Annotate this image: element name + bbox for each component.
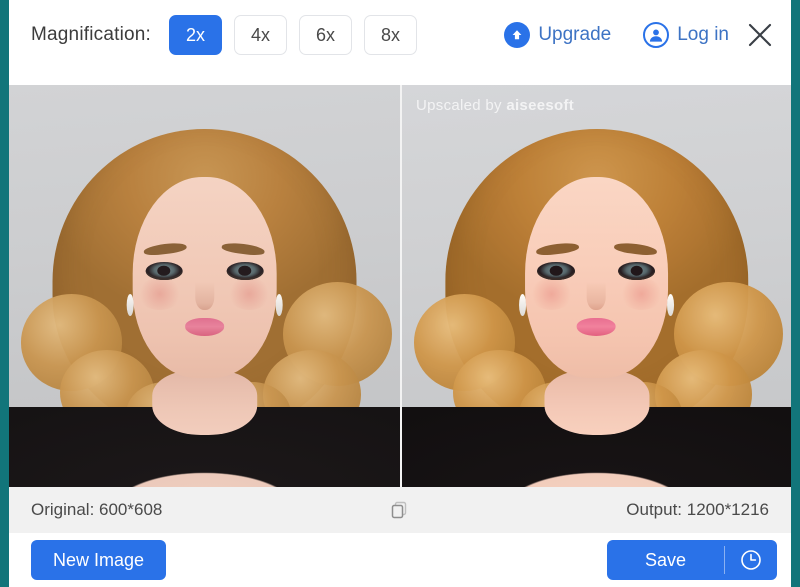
nose [195, 281, 214, 311]
original-image-pane[interactable] [9, 85, 400, 487]
eyebrow [535, 241, 580, 257]
cheek [137, 277, 182, 311]
eye [145, 261, 183, 280]
upload-circle-icon [504, 21, 531, 48]
upgrade-button[interactable]: Upgrade [504, 21, 612, 48]
earring [667, 294, 675, 317]
magnification-option-8x[interactable]: 8x [364, 14, 418, 55]
eyebrow [613, 241, 658, 257]
header-actions: Upgrade Log in [504, 18, 777, 52]
close-button[interactable] [743, 18, 777, 52]
login-button[interactable]: Log in [643, 21, 729, 48]
user-circle-icon [643, 21, 670, 48]
upscaler-dialog: Magnification: 2x 4x 6x 8x Upgrade Log i… [9, 0, 791, 587]
watermark: Upscaled by aiseesoft [416, 97, 574, 114]
magnification-options: 2x 4x 6x 8x [169, 14, 418, 55]
face [518, 177, 675, 379]
eye [618, 261, 656, 280]
compare-toggle-button[interactable] [386, 496, 414, 524]
cheek [619, 277, 663, 311]
neck [151, 370, 258, 435]
image-info-bar: Original: 600*608 Output: 1200*1216 [9, 487, 791, 533]
upscaled-portrait-image [402, 85, 791, 487]
action-bar: New Image Save [9, 533, 791, 587]
upscaled-image-pane[interactable]: Upscaled by aiseesoft [400, 85, 791, 487]
upscaler-window: Magnification: 2x 4x 6x 8x Upgrade Log i… [0, 0, 800, 587]
page-edge-right [791, 0, 800, 587]
face [126, 177, 283, 379]
close-icon [748, 23, 772, 46]
toolbar: Magnification: 2x 4x 6x 8x Upgrade Log i… [9, 0, 791, 85]
original-portrait-image [9, 85, 400, 487]
cheek [530, 277, 574, 311]
copy-icon [391, 501, 407, 519]
lips [184, 318, 225, 337]
eye [226, 261, 264, 280]
magnification-option-4x[interactable]: 4x [234, 14, 288, 55]
cheek [227, 277, 272, 311]
nose [587, 281, 606, 311]
page-edge-left [0, 0, 9, 587]
neck [543, 370, 650, 435]
lips [577, 318, 616, 337]
original-size-label: Original: 600*608 [31, 500, 163, 519]
save-history-button[interactable] [725, 540, 777, 580]
image-compare-area[interactable]: Upscaled by aiseesoft [9, 85, 791, 487]
login-label: Log in [677, 23, 729, 45]
eye [537, 261, 575, 280]
save-button-group: Save [606, 540, 777, 580]
watermark-prefix: Upscaled by [416, 97, 507, 114]
output-size-label: Output: 1200*1216 [626, 500, 769, 519]
clock-icon [741, 550, 761, 570]
magnification-option-6x[interactable]: 6x [299, 14, 353, 55]
save-button[interactable]: Save [607, 540, 724, 580]
upgrade-label: Upgrade [538, 23, 612, 45]
watermark-brand: aiseesoft [506, 97, 575, 114]
new-image-button[interactable]: New Image [31, 540, 167, 580]
eyebrow [221, 241, 266, 257]
magnification-label: Magnification: [31, 24, 152, 45]
magnification-option-2x[interactable]: 2x [169, 14, 223, 55]
eyebrow [143, 241, 188, 257]
